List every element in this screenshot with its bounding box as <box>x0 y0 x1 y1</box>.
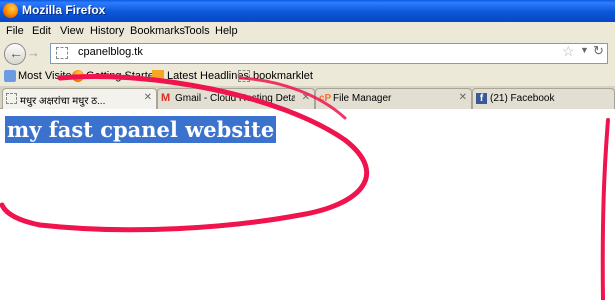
tab-label: File Manager <box>333 93 392 104</box>
forward-button[interactable]: → <box>25 45 41 61</box>
menu-file[interactable]: File <box>6 25 24 37</box>
menu-bar: File Edit View History Bookmarks Tools H… <box>0 22 615 40</box>
page-heading: my fast cpanel website <box>5 116 277 143</box>
page-icon <box>6 93 17 104</box>
rss-feed-icon <box>152 70 164 82</box>
url-text[interactable]: cpanelblog.tk <box>78 46 143 58</box>
bookmark-star-icon[interactable]: ☆ <box>562 43 575 60</box>
forward-arrow-icon: → <box>27 45 40 60</box>
getting-started-icon <box>72 70 84 82</box>
gmail-icon: M <box>161 92 171 104</box>
facebook-icon: f <box>476 93 487 104</box>
most-visited-icon <box>4 70 16 82</box>
close-icon[interactable]: ✕ <box>459 92 467 103</box>
menu-bookmarks[interactable]: Bookmarks <box>130 25 185 37</box>
tab-gmail[interactable]: M Gmail - Cloud Hosting Details: ... ✕ <box>157 88 315 109</box>
bookmark-most-visited[interactable]: Most Visited <box>18 70 78 82</box>
bookmarklet-icon <box>238 70 250 82</box>
menu-history[interactable]: History <box>90 25 124 37</box>
firefox-icon <box>3 3 18 18</box>
tab-label: (21) Facebook <box>490 93 555 104</box>
tab-marathi-blog[interactable]: मधुर अक्षरांचा मधुर ठ... ✕ <box>2 88 157 109</box>
bookmark-getting-started[interactable]: Getting Started <box>86 70 160 82</box>
close-icon[interactable]: ✕ <box>302 92 310 103</box>
back-arrow-icon: ← <box>9 45 23 61</box>
tab-label: मधुर अक्षरांचा मधुर ठ... <box>20 96 106 107</box>
bookmark-bookmarklet[interactable]: bookmarklet <box>253 70 313 82</box>
menu-help[interactable]: Help <box>215 25 238 37</box>
tab-facebook[interactable]: f (21) Facebook <box>472 88 615 109</box>
back-button[interactable]: ← <box>4 43 26 65</box>
reload-icon[interactable]: ↻ <box>593 43 604 59</box>
tab-file-manager[interactable]: cP File Manager ✕ <box>315 88 472 109</box>
history-dropdown-icon[interactable]: ▼ <box>580 45 589 55</box>
close-icon[interactable]: ✕ <box>144 92 152 103</box>
menu-edit[interactable]: Edit <box>32 25 51 37</box>
cpanel-icon: cP <box>319 93 332 104</box>
menu-view[interactable]: View <box>60 25 84 37</box>
site-identity-icon[interactable] <box>56 47 68 59</box>
tab-label: Gmail - Cloud Hosting Details: ... <box>175 93 295 104</box>
title-bar: Mozilla Firefox <box>0 0 615 22</box>
bookmark-latest-headlines[interactable]: Latest Headlines <box>167 70 249 82</box>
menu-tools[interactable]: Tools <box>184 25 210 37</box>
window-title: Mozilla Firefox <box>22 3 106 17</box>
